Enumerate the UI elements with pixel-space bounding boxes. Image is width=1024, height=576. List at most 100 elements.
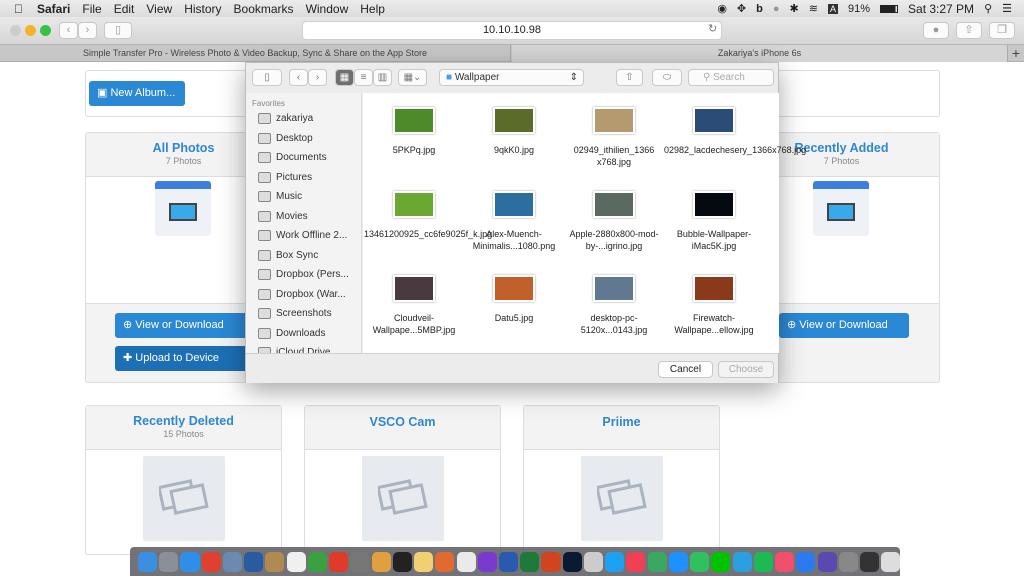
sidebar-item-documents[interactable]: Documents [258,152,327,163]
sidebar-item-music[interactable]: Music [258,191,302,202]
b-icon[interactable]: b [756,3,763,15]
dock-app-icon[interactable] [711,551,731,572]
zoom-button[interactable] [40,25,51,36]
file-item[interactable]: 13461200925_cc6fe9025f_k.jpg [364,191,492,240]
tag-button[interactable]: ⬭ [652,69,682,86]
search-field[interactable]: ⚲ Search [688,69,774,86]
new-tab-button[interactable]: + [1007,45,1024,62]
sidebar-toggle-button[interactable]: ▯ [252,69,282,86]
back-button[interactable]: ‹ [59,22,78,39]
dock-app-icon[interactable] [435,551,455,572]
list-view-button[interactable]: ≡ [354,69,373,86]
sidebar-item-dropbox-war[interactable]: Dropbox (War... [258,288,346,300]
sidebar-item-box-sync[interactable]: Box Sync [258,249,318,261]
dock-app-icon[interactable] [647,551,667,572]
share-button[interactable]: ⇧ [956,22,982,39]
dock-app-icon[interactable] [796,551,816,572]
upload-button[interactable]: ✚ Upload to Device [115,346,255,371]
sidebar-item-zakariya[interactable]: zakariya [258,113,313,124]
file-item[interactable]: Datu5.jpg [464,275,564,324]
back-button[interactable]: ‹ [289,69,308,86]
dock-app-icon[interactable] [201,551,221,572]
minimize-button[interactable] [25,25,36,36]
file-item[interactable]: Alex-Muench-Minimalis...1080.png [464,191,564,252]
dock-app-icon[interactable] [520,551,540,572]
sidebar-item-movies[interactable]: Movies [258,210,308,222]
dock-app-icon[interactable] [583,551,603,572]
bluetooth-icon[interactable]: ✱ [790,2,799,15]
dock-app-icon[interactable] [605,551,625,572]
menu-help[interactable]: Help [360,2,385,16]
dock-app-icon[interactable] [456,551,476,572]
dock-app-icon[interactable] [159,551,179,572]
icon-view-button[interactable]: ▦ [335,69,354,86]
cancel-button[interactable]: Cancel [658,361,713,378]
dock-app-icon[interactable] [265,551,285,572]
dock-app-icon[interactable] [668,551,688,572]
dock-app-icon[interactable] [244,551,264,572]
share-button[interactable]: ⇧ [616,69,643,86]
close-button[interactable] [10,25,21,36]
file-item[interactable]: 5PKPq.jpg [364,107,464,156]
file-item[interactable]: Apple-2880x800-mod-by-...igrino.jpg [564,191,664,252]
sidebar-item-desktop[interactable]: Desktop [258,132,313,144]
downloads-button[interactable]: ● [923,22,949,39]
dock-app-icon[interactable] [371,551,391,572]
battery-icon[interactable] [880,4,899,13]
album-title[interactable]: VSCO Cam [305,406,500,429]
dropbox-icon[interactable]: ✥ [737,2,746,15]
dock-app-icon[interactable] [138,551,158,572]
dock-app-icon[interactable] [562,551,582,572]
sidebar-item-work-offline-2[interactable]: Work Offline 2... [258,230,347,241]
arrange-button[interactable]: ▦⌄ [398,69,427,86]
dock-app-icon[interactable] [307,551,327,572]
new-album-button[interactable]: ▣ New Album... [89,81,185,106]
dock-app-icon[interactable] [392,551,412,572]
notification-center-icon[interactable]: ☰ [1002,2,1012,15]
address-bar[interactable]: 10.10.10.98 [302,21,722,40]
file-item[interactable]: 9qkK0.jpg [464,107,564,156]
menu-file[interactable]: File [82,2,101,16]
dock-app-icon[interactable] [222,551,242,572]
location-popup[interactable]: ■ Wallpaper ⇕ [439,69,584,86]
clock[interactable]: Sat 3:27 PM [908,2,974,16]
dock-app-icon[interactable] [626,551,646,572]
dock-app-icon[interactable] [881,551,901,572]
dock-app-icon[interactable] [477,551,497,572]
tab-app-store[interactable]: Simple Transfer Pro - Wireless Photo & V… [0,45,511,62]
album-title[interactable]: Recently Deleted [86,406,281,428]
battery-percent[interactable]: 91% [848,3,870,15]
album-card-vsco[interactable]: VSCO Cam [304,405,501,555]
dock-app-icon[interactable] [350,551,370,572]
sidebar-item-dropbox-pers[interactable]: Dropbox (Pers... [258,269,349,280]
album-title[interactable]: Priime [524,406,719,429]
wifi-lock-icon[interactable]: ◉ [717,2,727,15]
album-card-priime[interactable]: Priime [523,405,720,555]
apple-icon[interactable]:  [14,2,23,16]
dock-app-icon[interactable] [838,551,858,572]
tabs-overview-button[interactable]: ❐ [989,22,1015,39]
tab-iphone[interactable]: Zakariya's iPhone 6s [512,45,1007,62]
dock-app-icon[interactable] [817,551,837,572]
view-download-button[interactable]: ⊕ View or Download [115,313,255,338]
choose-button[interactable]: Choose [718,361,774,378]
dock-app-icon[interactable] [690,551,710,572]
file-item[interactable]: Bubble-Wallpaper-iMac5K.jpg [664,191,764,252]
menu-window[interactable]: Window [306,2,349,16]
circle-icon[interactable]: ● [773,3,780,15]
file-item[interactable]: 02982_lacdechesery_1366x768.jpg [664,107,806,156]
dock-app-icon[interactable] [180,551,200,572]
dock-app-icon[interactable] [498,551,519,572]
file-item[interactable]: Firewatch-Wallpape...ellow.jpg [664,275,764,336]
sidebar-item-pictures[interactable]: Pictures [258,171,312,183]
sidebar-item-downloads[interactable]: Downloads [258,327,325,339]
file-item[interactable]: Cloudveil-Wallpape...5MBP.jpg [364,275,464,336]
menu-history[interactable]: History [184,2,221,16]
menu-edit[interactable]: Edit [114,2,135,16]
wifi-icon[interactable]: ≋ [809,2,818,15]
file-item[interactable]: 02949_ithilien_1366 x768.jpg [564,107,664,168]
photo-thumbnail[interactable] [155,181,211,236]
sidebar-item-screenshots[interactable]: Screenshots [258,308,332,319]
reload-icon[interactable]: ↻ [708,22,717,35]
column-view-button[interactable]: ▥ [373,69,392,86]
